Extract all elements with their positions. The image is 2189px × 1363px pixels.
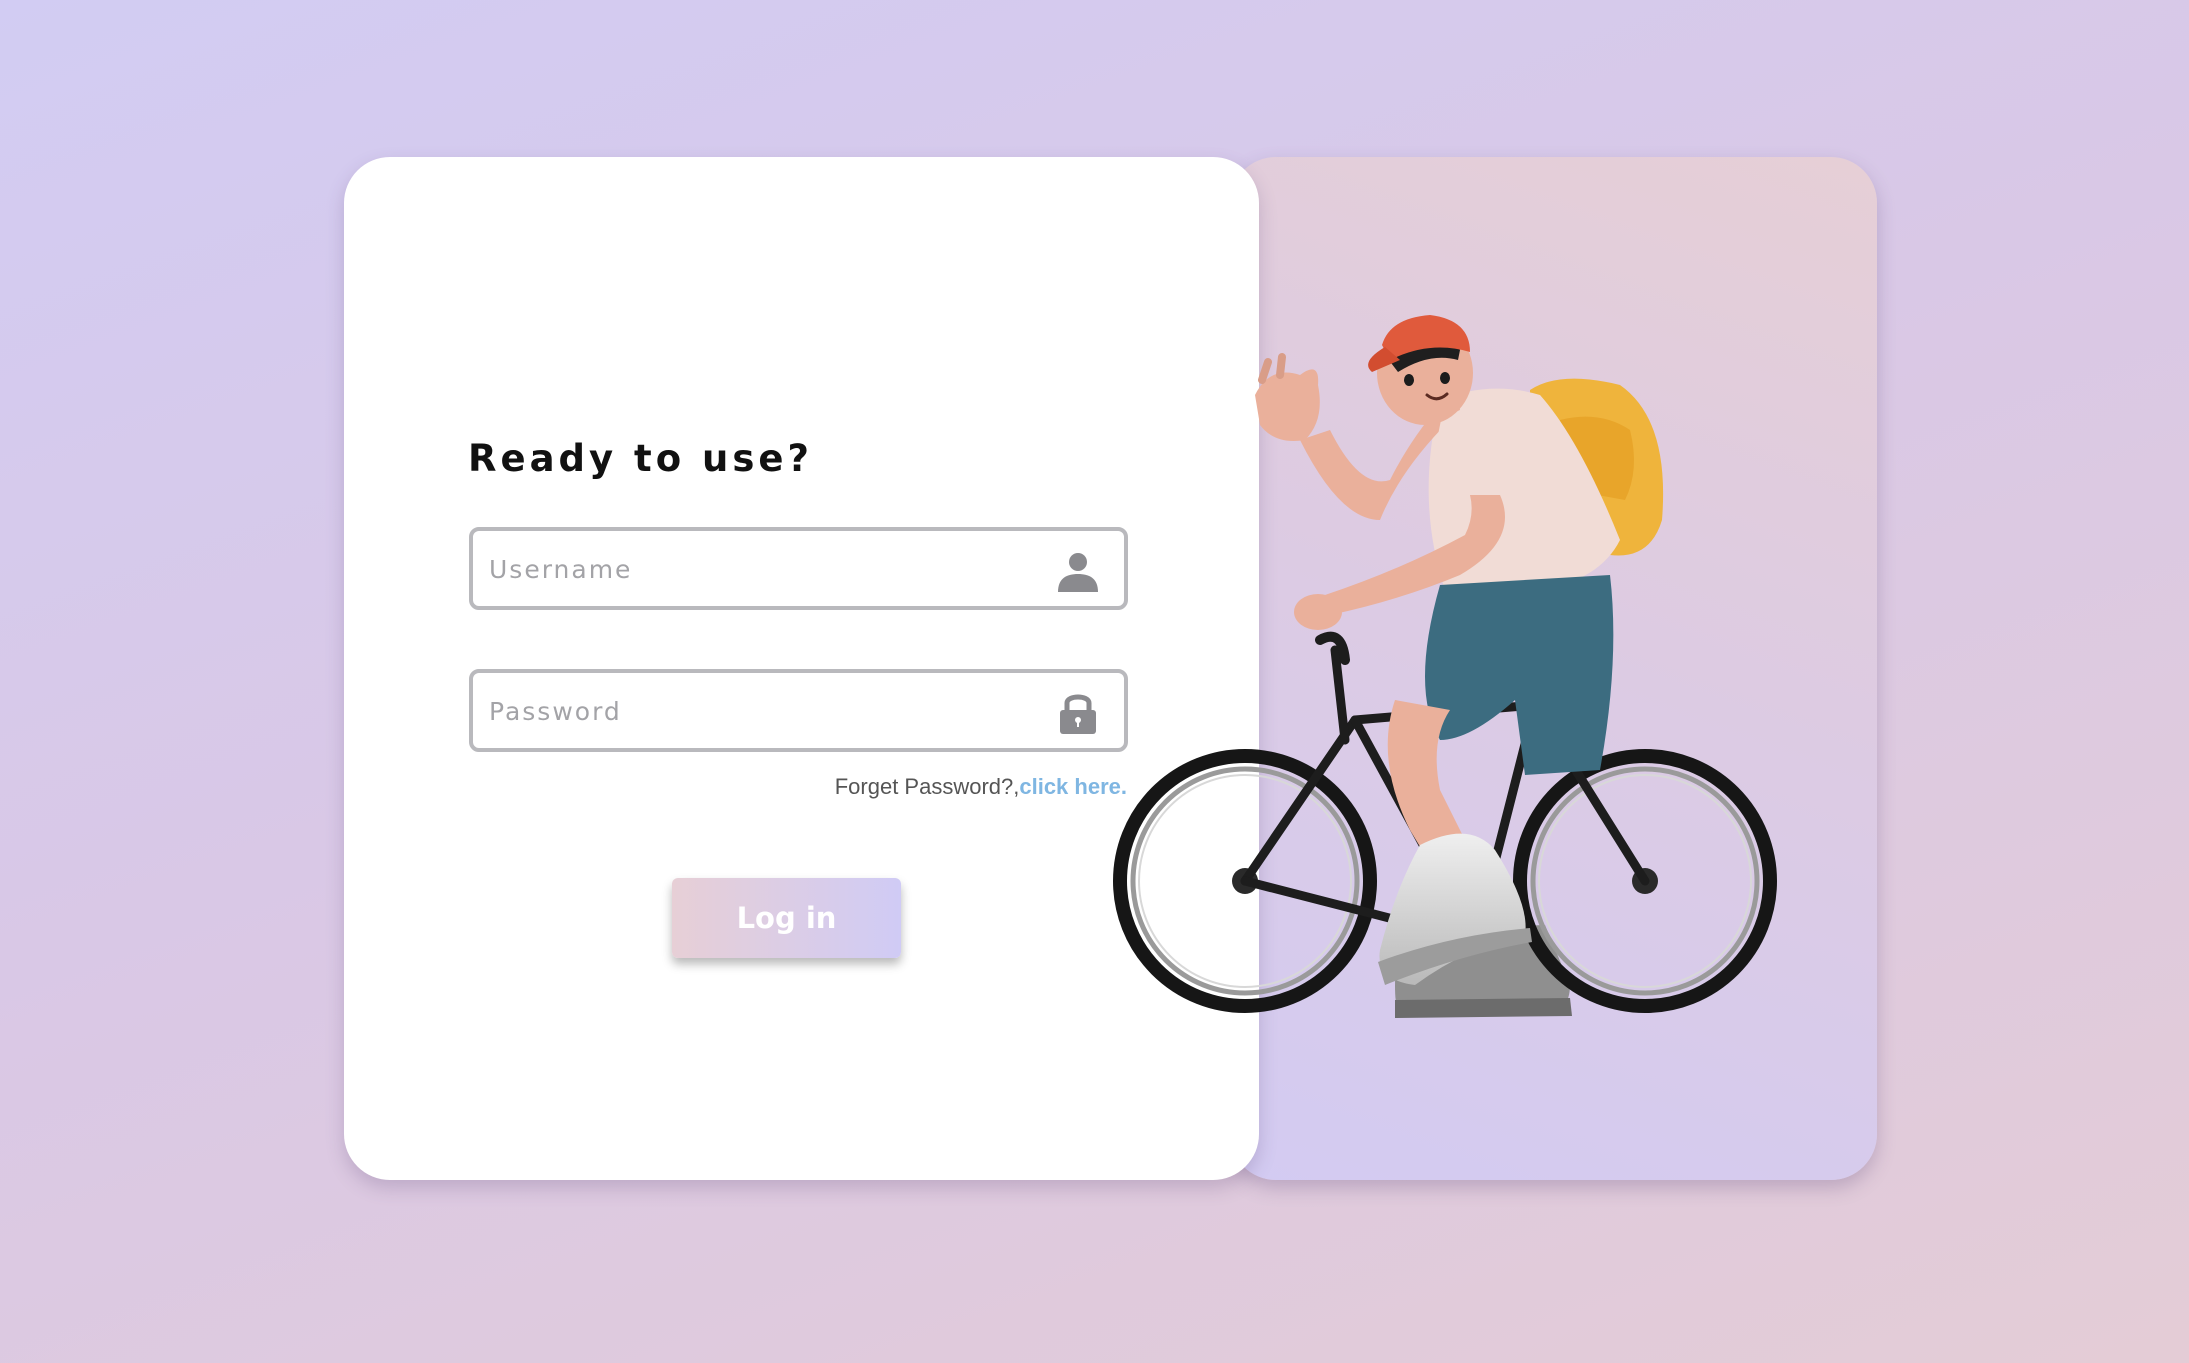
login-button[interactable]: Log in (672, 878, 901, 958)
user-icon (1058, 553, 1098, 592)
forgot-password-row: Forget Password?,click here. (835, 774, 1127, 800)
illustration-panel (1230, 157, 1877, 1180)
forgot-password-link[interactable]: click here. (1019, 774, 1127, 799)
lock-icon (1060, 694, 1096, 734)
username-input[interactable] (487, 531, 1031, 608)
login-card: Ready to use? Forget Password?,click her… (344, 157, 1259, 1180)
username-field[interactable] (469, 527, 1128, 610)
password-input[interactable] (487, 673, 1031, 750)
page-title: Ready to use? (468, 437, 813, 480)
forgot-password-label: Forget Password?, (834, 774, 1020, 799)
password-field[interactable] (469, 669, 1128, 752)
